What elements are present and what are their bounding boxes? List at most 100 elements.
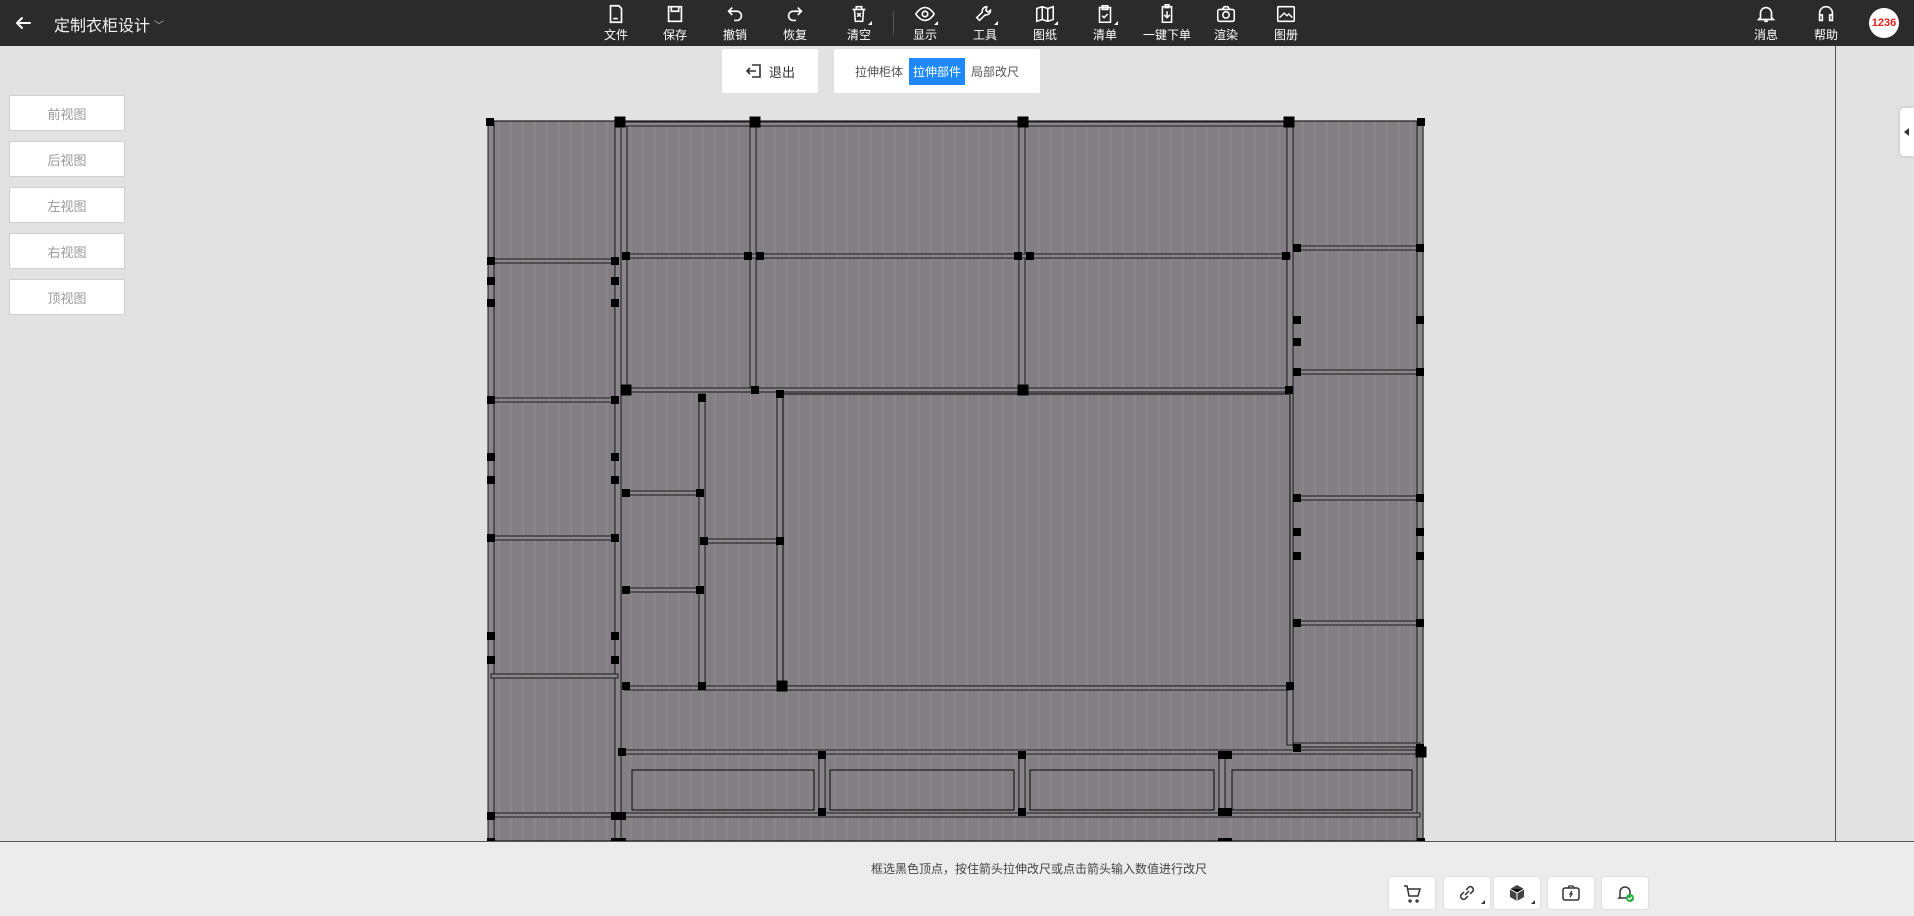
drawer-front[interactable] (1231, 769, 1413, 811)
vertex-handle[interactable] (622, 586, 630, 594)
notify-button[interactable] (1602, 877, 1648, 909)
vertex-handle[interactable] (696, 489, 704, 497)
vertex-handle[interactable] (1416, 528, 1424, 536)
shelf-board[interactable] (623, 685, 1291, 691)
vertex-handle[interactable] (1018, 751, 1026, 759)
vertex-handle[interactable] (1293, 368, 1301, 376)
local-resize-option[interactable]: 局部改尺 (967, 58, 1023, 85)
shelf-board[interactable] (1292, 369, 1421, 375)
vertex-handle[interactable] (618, 748, 626, 756)
exit-button[interactable]: 退出 (722, 49, 818, 93)
vertex-handle[interactable] (620, 384, 632, 396)
stretch-cabinet-option[interactable]: 拉伸柜体 (851, 58, 907, 85)
vertex-handle[interactable] (818, 751, 826, 759)
back-arrow-icon[interactable] (10, 10, 36, 36)
vertex-handle[interactable] (744, 252, 752, 260)
help-button[interactable]: 帮助 (1801, 2, 1851, 44)
vertex-handle[interactable] (622, 252, 630, 260)
toolbar-camera-button[interactable]: 渲染 (1201, 2, 1251, 44)
vertex-handle[interactable] (611, 656, 619, 664)
link-button[interactable] (1444, 877, 1490, 909)
quick-render-button[interactable] (1548, 877, 1594, 909)
vertex-handle[interactable] (622, 489, 630, 497)
vertex-handle[interactable] (756, 252, 764, 260)
vertex-handle[interactable] (1293, 338, 1301, 346)
vertex-handle[interactable] (611, 534, 619, 542)
toolbar-undo-button[interactable]: 撤销 (710, 2, 760, 44)
vertex-handle[interactable] (487, 257, 495, 265)
vertex-handle[interactable] (1293, 619, 1301, 627)
vertex-handle[interactable] (487, 656, 495, 664)
large-panel[interactable] (782, 393, 1291, 687)
toolbar-map-button[interactable]: 图纸 (1020, 2, 1070, 44)
vertex-handle[interactable] (1283, 116, 1295, 128)
avatar[interactable]: 1236 (1869, 8, 1899, 38)
vertex-handle[interactable] (487, 534, 495, 542)
vertex-handle[interactable] (611, 277, 619, 285)
shelf-board[interactable] (490, 673, 619, 679)
vertex-handle[interactable] (700, 537, 708, 545)
vertex-handle[interactable] (611, 396, 619, 404)
vertex-handle[interactable] (487, 453, 495, 461)
vertex-handle[interactable] (487, 632, 495, 640)
model-button[interactable] (1494, 877, 1540, 909)
vertex-handle[interactable] (1293, 552, 1301, 560)
vertex-handle[interactable] (1416, 494, 1424, 502)
vertex-handle[interactable] (1017, 116, 1029, 128)
vertex-handle[interactable] (1415, 746, 1427, 758)
vertex-handle[interactable] (487, 299, 495, 307)
toolbar-clipboard-button[interactable]: 清单 (1080, 2, 1130, 44)
vertex-handle[interactable] (696, 586, 704, 594)
shelf-board[interactable] (490, 535, 619, 541)
side-board[interactable] (818, 754, 826, 816)
vertex-handle[interactable] (611, 453, 619, 461)
toolbar-wrench-button[interactable]: 工具 (960, 2, 1010, 44)
vertex-handle[interactable] (1224, 808, 1232, 816)
back-view-button[interactable]: 后视图 (9, 141, 125, 177)
vertex-handle[interactable] (749, 116, 761, 128)
vertex-handle[interactable] (611, 299, 619, 307)
vertex-handle[interactable] (1017, 384, 1029, 396)
side-board[interactable] (1416, 120, 1424, 842)
vertex-handle[interactable] (487, 396, 495, 404)
vertex-handle[interactable] (1018, 808, 1026, 816)
shelf-board[interactable] (623, 587, 703, 593)
toolbar-redo-button[interactable]: 恢复 (770, 2, 820, 44)
vertex-handle[interactable] (1293, 744, 1301, 752)
vertex-handle[interactable] (487, 476, 495, 484)
toolbar-album-button[interactable]: 图册 (1261, 2, 1311, 44)
shelf-board[interactable] (623, 121, 1291, 127)
right-panel-toggle[interactable] (1900, 108, 1914, 156)
drawer-front[interactable] (1029, 769, 1215, 811)
vertex-handle[interactable] (1416, 368, 1424, 376)
drawer-front[interactable] (829, 769, 1015, 811)
vertex-handle[interactable] (1416, 316, 1424, 324)
cart-button[interactable] (1389, 877, 1435, 909)
vertex-handle[interactable] (1293, 316, 1301, 324)
vertex-handle[interactable] (618, 812, 626, 820)
app-title[interactable]: 定制衣柜设计 ﹀ (54, 12, 164, 36)
messages-button[interactable]: 消息 (1741, 2, 1791, 44)
shelf-board[interactable] (490, 258, 619, 264)
shelf-board[interactable] (1292, 245, 1421, 251)
shelf-board[interactable] (1292, 495, 1421, 501)
shelf-board[interactable] (1292, 620, 1421, 626)
design-canvas[interactable] (0, 46, 1914, 842)
top-view-button[interactable]: 顶视图 (9, 279, 125, 315)
toolbar-save-button[interactable]: 保存 (650, 2, 700, 44)
vertex-handle[interactable] (611, 476, 619, 484)
right-view-button[interactable]: 右视图 (9, 233, 125, 269)
vertex-handle[interactable] (698, 394, 706, 402)
front-view-button[interactable]: 前视图 (9, 95, 125, 131)
shelf-board[interactable] (623, 253, 1291, 259)
vertex-handle[interactable] (611, 257, 619, 265)
vertex-handle[interactable] (487, 277, 495, 285)
vertex-handle[interactable] (1286, 682, 1294, 690)
shelf-board[interactable] (623, 387, 1291, 393)
vertex-handle[interactable] (1014, 252, 1022, 260)
vertex-handle[interactable] (1282, 252, 1290, 260)
shelf-board[interactable] (701, 538, 781, 544)
toolbar-file-button[interactable]: 文件 (591, 2, 641, 44)
vertex-handle[interactable] (614, 116, 626, 128)
vertex-handle[interactable] (751, 386, 759, 394)
